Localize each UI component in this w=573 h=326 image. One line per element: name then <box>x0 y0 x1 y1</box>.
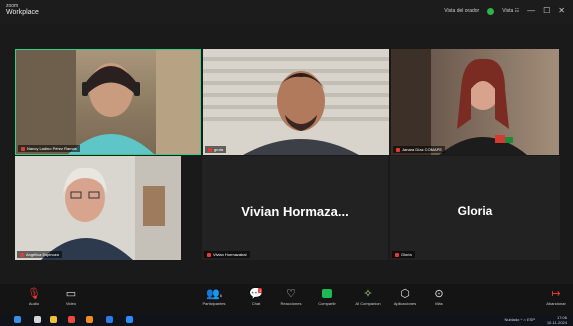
chat-icon: 💬 <box>249 288 263 300</box>
video-button[interactable]: ▭ Video <box>56 287 86 306</box>
video-tile-4[interactable]: Angélica Espinoza <box>15 156 181 260</box>
video-tile-5[interactable]: Vivian Hormaza... Vivian Hormazabal <box>202 156 388 260</box>
clock[interactable]: 17:06 10-11-2024 <box>547 315 567 325</box>
participant-name: Vivian Hormazabal <box>204 251 250 258</box>
leave-icon: ↦ <box>551 288 561 300</box>
ai-sparkle-icon: ✧ <box>363 288 373 300</box>
title-bar: zoom Workplace Vista del orador Vista ☷ … <box>0 0 573 24</box>
audio-button[interactable]: 🎙 Audio <box>19 287 49 306</box>
firefox-icon[interactable] <box>86 316 93 323</box>
mic-muted-icon <box>396 147 400 152</box>
meeting-controls: 🎙 Audio ▭ Video 👥6 Participantes 💬 1 Chat ♡ Re… <box>0 284 573 314</box>
speaker-view-button[interactable]: Vista del orador <box>444 8 479 14</box>
share-icon <box>310 287 344 301</box>
file-explorer-icon[interactable] <box>50 316 57 323</box>
video-frame <box>391 49 527 155</box>
participant-name: gruta <box>205 146 227 153</box>
reactions-button[interactable]: ♡ Reacciones <box>274 287 308 306</box>
maximize-button[interactable]: ☐ <box>543 7 550 15</box>
video-frame <box>16 50 200 154</box>
more-button[interactable]: ⊙ Más <box>424 287 454 306</box>
security-shield-icon[interactable] <box>487 7 495 15</box>
mic-muted-icon <box>207 252 211 257</box>
minimize-button[interactable]: — <box>527 7 535 15</box>
mic-muted-icon <box>21 146 25 151</box>
video-frame <box>41 156 181 260</box>
system-tray: Nublado ^ ⌂ ESP <box>504 317 535 322</box>
view-button[interactable]: Vista ☷ <box>502 8 519 14</box>
start-icon[interactable] <box>14 316 21 323</box>
mic-muted-icon <box>395 252 399 257</box>
participant-display-name: Vivian Hormaza... <box>241 204 349 219</box>
windows-taskbar: Nublado ^ ⌂ ESP 17:06 10-11-2024 <box>0 314 573 326</box>
app-brand: zoom Workplace <box>6 3 39 17</box>
ai-companion-button[interactable]: ✧ AI Companion <box>348 287 388 306</box>
search-icon[interactable] <box>34 316 41 323</box>
video-tile-6[interactable]: Gloria Gloria <box>390 156 560 260</box>
heart-icon: ♡ <box>286 288 296 300</box>
apps-icon: ⬡ <box>400 288 410 300</box>
video-tile-2[interactable]: gruta <box>203 49 389 155</box>
mic-off-icon: 🎙 <box>27 288 41 300</box>
participant-name: Janara Díaz COMAPE <box>393 146 446 153</box>
more-icon: ⊙ <box>434 288 444 300</box>
video-gallery: Nancy Ladino Pérez Ramos gruta Janara Dí… <box>0 24 573 284</box>
participants-button[interactable]: 👥6 Participantes <box>195 287 233 306</box>
mic-muted-icon <box>20 252 24 257</box>
video-icon: ▭ <box>65 288 77 300</box>
mic-muted-icon <box>208 147 212 152</box>
apps-button[interactable]: ⬡ Aplicaciones <box>387 287 423 306</box>
video-tile-3[interactable]: Janara Díaz COMAPE <box>391 49 559 155</box>
participant-name: Angélica Espinoza <box>17 251 62 258</box>
participant-name: Nancy Ladino Pérez Ramos <box>18 145 80 152</box>
share-button[interactable]: Compartir <box>310 287 344 306</box>
video-frame <box>203 57 389 155</box>
brand-name: Workplace <box>6 9 39 16</box>
leave-button[interactable]: ↦ Abandonar <box>540 287 572 306</box>
zoom-taskbar-icon[interactable] <box>126 316 133 323</box>
participant-display-name: Gloria <box>457 204 493 218</box>
participants-icon: 👥6 <box>206 288 222 300</box>
close-button[interactable]: ✕ <box>558 7 565 15</box>
chat-button[interactable]: 💬 1 Chat <box>241 287 271 306</box>
video-tile-1[interactable]: Nancy Ladino Pérez Ramos <box>15 49 201 155</box>
mail-icon[interactable] <box>106 316 113 323</box>
chrome-icon[interactable] <box>68 316 75 323</box>
participant-name: Gloria <box>392 251 415 258</box>
